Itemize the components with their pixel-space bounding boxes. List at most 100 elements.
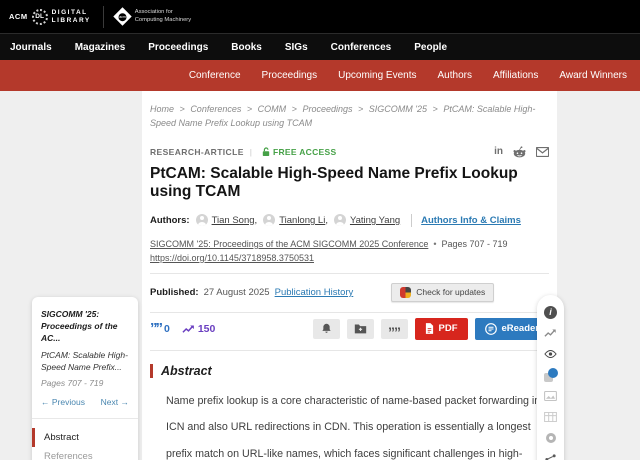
media-button[interactable]	[544, 389, 558, 403]
acm-association-logo[interactable]: acm Association for Computing Machinery	[116, 9, 191, 24]
doi-row: https://doi.org/10.1145/3718958.3750531	[150, 253, 549, 263]
add-to-binder-button[interactable]	[347, 319, 374, 339]
breadcrumb: Home > Conferences > COMM > Proceedings …	[150, 91, 549, 131]
section-nav-references[interactable]: References	[32, 447, 138, 460]
next-arrow-icon: →	[121, 397, 130, 407]
author-separator: ,	[255, 215, 258, 226]
nav-sigs[interactable]: SIGs	[285, 42, 308, 53]
section-nav: Abstract References Index Terms Recommen…	[32, 418, 138, 460]
figures-button[interactable]	[544, 368, 558, 382]
breadcrumb-separator: >	[180, 104, 185, 114]
top-brand-bar: ACM DL DIGITAL LIBRARY acm Association f…	[0, 0, 640, 33]
section-nav-abstract[interactable]: Abstract	[32, 428, 138, 447]
pages-label: Pages 707 - 719	[442, 239, 508, 249]
acm-dl-logo[interactable]: ACM DL DIGITAL LIBRARY	[9, 9, 91, 25]
social-share-icons: in	[494, 146, 549, 158]
acm-logo-text: ACM	[9, 12, 28, 21]
previous-article-link[interactable]: ← Previous	[41, 397, 85, 407]
free-access-label: FREE ACCESS	[273, 147, 336, 157]
acm-diamond-icon: acm	[113, 7, 131, 25]
info-button[interactable]: i	[544, 305, 558, 319]
authors-info-claims-link[interactable]: Authors Info & Claims	[421, 215, 521, 226]
digital-library-wordmark: DIGITAL LIBRARY	[52, 9, 91, 24]
venue-bullet: •	[433, 239, 436, 249]
media-disc-button[interactable]	[544, 431, 558, 445]
metrics-row: ”” 0 150 ”” PDF	[150, 318, 549, 340]
citation-quote-icon: ””	[150, 325, 161, 333]
tables-button[interactable]	[544, 410, 558, 424]
usage-count: 150	[198, 323, 216, 335]
breadcrumb-home[interactable]: Home	[150, 104, 174, 114]
author-avatar	[263, 214, 275, 226]
rednav-proceedings[interactable]: Proceedings	[262, 70, 318, 81]
primary-nav: Journals Magazines Proceedings Books SIG…	[0, 33, 640, 60]
nav-journals[interactable]: Journals	[10, 42, 52, 53]
nav-conferences[interactable]: Conferences	[331, 42, 392, 53]
doi-link[interactable]: https://doi.org/10.1145/3718958.3750531	[150, 253, 314, 263]
rednav-award-winners[interactable]: Award Winners	[559, 70, 627, 81]
metrics-button[interactable]	[544, 326, 558, 340]
published-date: 27 August 2025	[204, 287, 270, 298]
floating-tools-rail: i	[537, 295, 564, 460]
prev-arrow-icon: ←	[41, 397, 50, 407]
assoc-line2: Computing Machinery	[135, 17, 191, 25]
divider	[150, 312, 549, 313]
pdf-button[interactable]: PDF	[415, 318, 468, 340]
ereader-icon	[485, 323, 497, 335]
share-button[interactable]	[544, 452, 558, 460]
cite-button[interactable]: ””	[381, 319, 408, 339]
usage-metric[interactable]: 150	[182, 323, 216, 335]
check-updates-label: Check for updates	[416, 287, 485, 297]
author-link-tianlong-li[interactable]: Tianlong Li	[279, 215, 325, 226]
folder-plus-icon	[354, 323, 367, 334]
breadcrumb-proceedings[interactable]: Proceedings	[302, 104, 352, 114]
email-icon[interactable]	[536, 147, 549, 157]
article-type-row: RESEARCH-ARTICLE | FREE ACCESS in	[150, 146, 549, 158]
check-for-updates-button[interactable]: Check for updates	[391, 283, 494, 302]
previous-label: Previous	[52, 397, 85, 407]
venue-link[interactable]: SIGCOMM '25: Proceedings of the ACM SIGC…	[150, 239, 428, 249]
rednav-upcoming-events[interactable]: Upcoming Events	[338, 70, 416, 81]
dl-gear-icon: DL	[32, 9, 48, 25]
next-label: Next	[101, 397, 118, 407]
nav-proceedings[interactable]: Proceedings	[148, 42, 208, 53]
breadcrumb-separator: >	[433, 104, 438, 114]
pdf-file-icon	[425, 323, 434, 334]
table-icon	[544, 412, 557, 422]
next-article-link[interactable]: Next →	[101, 397, 129, 407]
share-icon	[545, 454, 556, 460]
author-avatar	[334, 214, 346, 226]
metrics-trend-icon	[544, 328, 557, 338]
breadcrumb-separator: >	[247, 104, 252, 114]
author-link-tian-song[interactable]: Tian Song	[212, 215, 255, 226]
venue-row: SIGCOMM '25: Proceedings of the ACM SIGC…	[150, 239, 549, 249]
alerts-button[interactable]	[313, 319, 340, 339]
rednav-conference[interactable]: Conference	[189, 70, 241, 81]
view-button[interactable]	[544, 347, 558, 361]
sidebar-venue-title[interactable]: SIGCOMM '25: Proceedings of the AC...	[41, 309, 129, 345]
breadcrumb-comm[interactable]: COMM	[258, 104, 287, 114]
reddit-icon[interactable]	[513, 146, 526, 158]
disc-icon	[546, 433, 556, 443]
ereader-label: eReader	[502, 323, 540, 334]
article-type-label: RESEARCH-ARTICLE	[150, 147, 244, 157]
eye-icon	[544, 350, 557, 358]
bell-icon	[321, 323, 332, 334]
authors-row: Authors: Tian Song, Tianlong Li, Yating …	[150, 214, 549, 227]
nav-people[interactable]: People	[414, 42, 447, 53]
citation-metric[interactable]: ”” 0	[150, 323, 170, 335]
nav-magazines[interactable]: Magazines	[75, 42, 126, 53]
rednav-authors[interactable]: Authors	[438, 70, 472, 81]
article-panel: Home > Conferences > COMM > Proceedings …	[142, 91, 557, 460]
linkedin-icon[interactable]: in	[494, 146, 503, 157]
publication-history-link[interactable]: Publication History	[275, 287, 354, 298]
author-separator: ,	[325, 215, 328, 226]
rednav-affiliations[interactable]: Affiliations	[493, 70, 538, 81]
nav-books[interactable]: Books	[231, 42, 262, 53]
author-link-yating-yang[interactable]: Yating Yang	[350, 215, 400, 226]
trending-icon	[182, 324, 195, 334]
breadcrumb-sigcomm25[interactable]: SIGCOMM '25	[369, 104, 427, 114]
image-icon	[544, 391, 557, 401]
breadcrumb-conferences[interactable]: Conferences	[190, 104, 241, 114]
sidebar-article-title: PtCAM: Scalable High-Speed Name Prefix..…	[41, 350, 129, 374]
